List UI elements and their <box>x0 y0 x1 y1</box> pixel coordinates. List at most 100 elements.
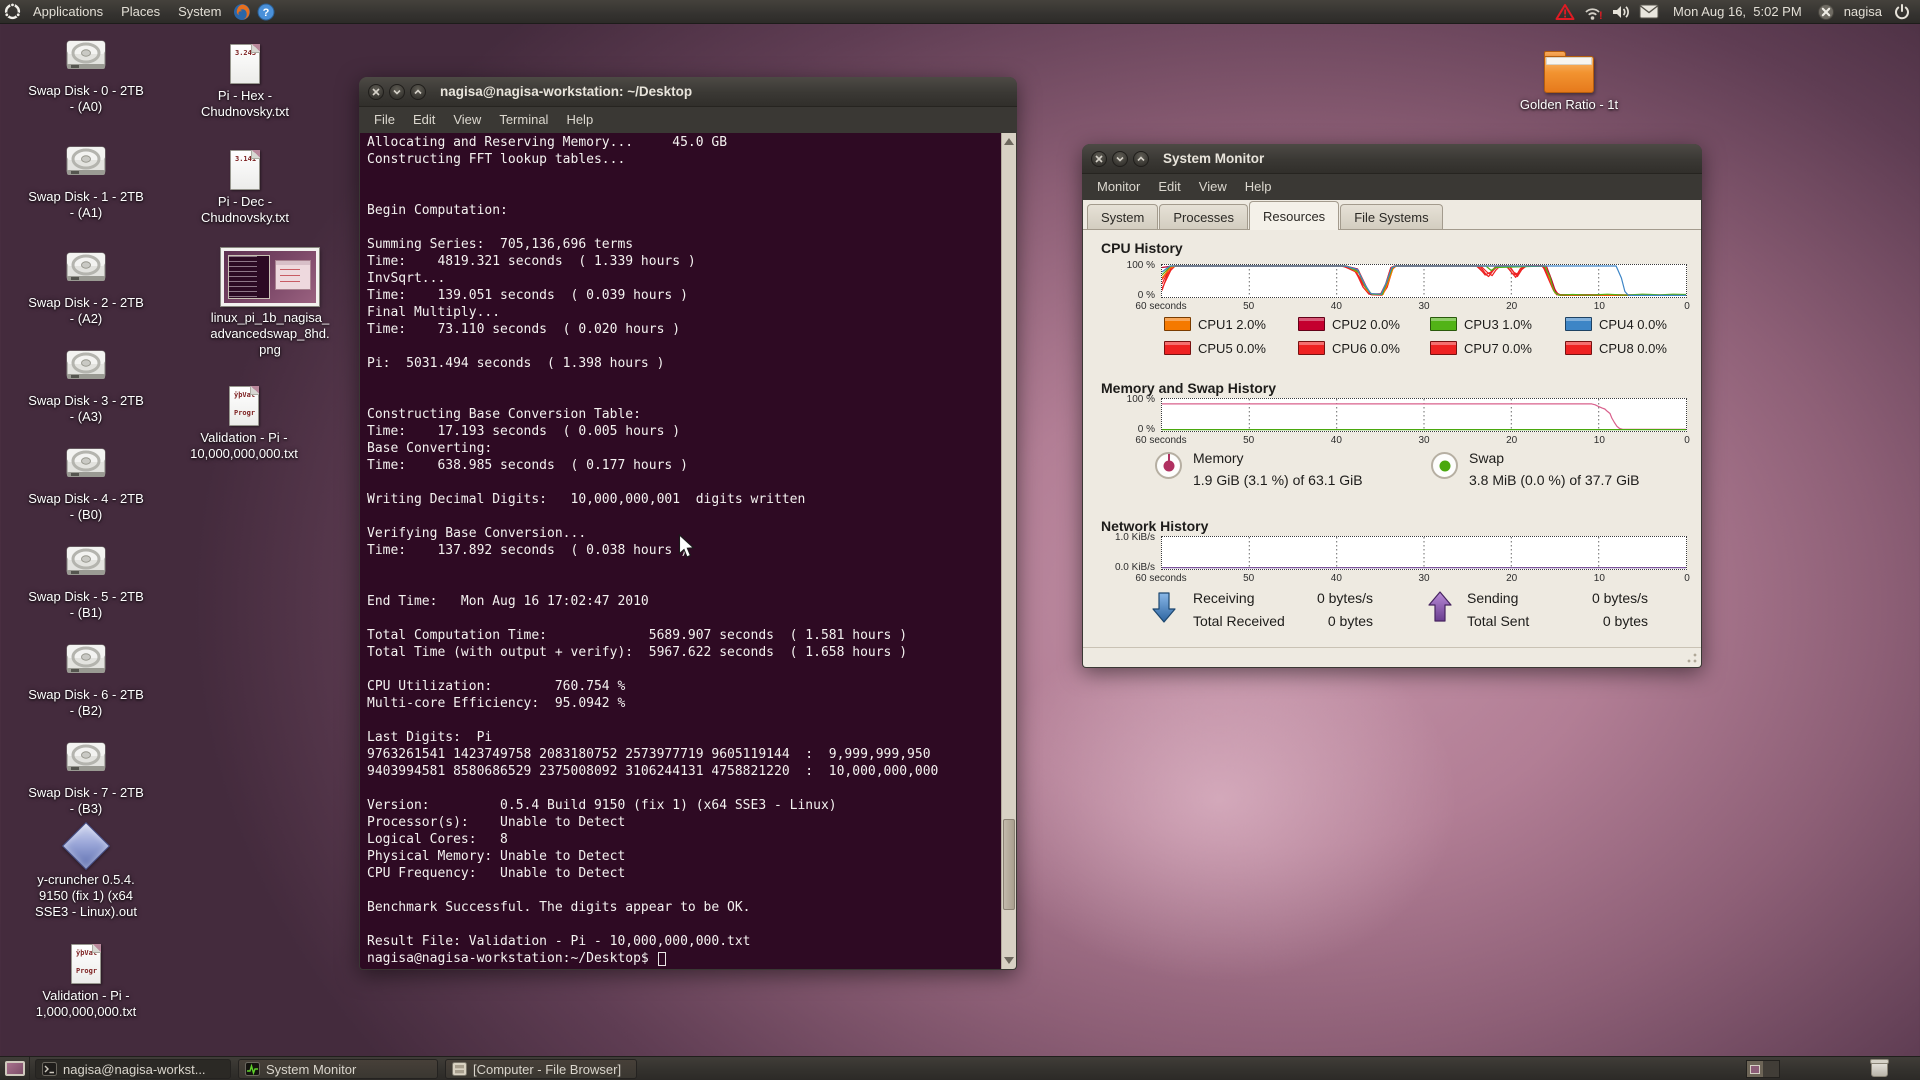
total-received-value: 0 bytes <box>1283 613 1373 629</box>
sysmon-menu-view[interactable]: View <box>1190 174 1236 200</box>
user-status-icon[interactable] <box>1814 0 1838 24</box>
desktop-icon-label: y-cruncher 0.5.4. 9150 (fix 1) (x64 SSE3… <box>11 872 161 920</box>
text-file-icon: 3.141 <box>230 150 260 190</box>
swap-gauge-icon <box>1431 452 1458 479</box>
desktop-icon-pi-dec-txt[interactable]: 3.141Pi - Dec - Chudnovsky.txt <box>170 150 320 226</box>
desktop-icon-swap-disk-7[interactable]: Swap Disk - 7 - 2TB - (B3) <box>11 742 161 817</box>
taskbar-button-label: System Monitor <box>266 1062 356 1077</box>
axis-tick: 20 <box>1506 435 1517 446</box>
swap-gauge-value: 3.8 MiB (0.0 %) of 37.7 GiB <box>1469 472 1639 488</box>
desktop-icon-label: Swap Disk - 0 - 2TB - (A0) <box>11 83 161 115</box>
desktop-icon-swap-disk-4[interactable]: Swap Disk - 4 - 2TB - (B0) <box>11 448 161 523</box>
maximize-icon[interactable] <box>1133 151 1149 167</box>
system-monitor-body: SystemProcessesResourcesFile Systems CPU… <box>1083 200 1701 667</box>
menu-system[interactable]: System <box>169 4 230 19</box>
close-icon[interactable] <box>1091 151 1107 167</box>
sysmon-menu-monitor[interactable]: Monitor <box>1088 174 1149 200</box>
top-panel: ApplicationsPlacesSystem ? ! Mon Aug 16,… <box>0 0 1920 24</box>
terminal-title: nagisa@nagisa-workstation: ~/Desktop <box>440 84 692 99</box>
desktop-icon-golden-ratio-folder[interactable]: Golden Ratio - 1t <box>1494 56 1644 113</box>
desktop-icon-swap-disk-3[interactable]: Swap Disk - 3 - 2TB - (A3) <box>11 350 161 425</box>
tab-processes[interactable]: Processes <box>1159 204 1248 229</box>
taskbar-button-2[interactable]: System Monitor <box>238 1059 438 1079</box>
desktop-icon-label: Swap Disk - 2 - 2TB - (A2) <box>11 295 161 327</box>
scrollbar-thumb[interactable] <box>1003 819 1015 911</box>
scroll-down-icon[interactable] <box>1004 957 1014 964</box>
legend-cpu6: CPU6 0.0% <box>1298 340 1400 356</box>
desktop-icon-screenshot-png[interactable]: linux_pi_1b_nagisa_ advancedswap_8hd. pn… <box>195 248 345 358</box>
help-icon[interactable]: ? <box>254 0 278 24</box>
workspace-1[interactable] <box>1747 1061 1763 1077</box>
terminal-menubar: FileEditViewTerminalHelp <box>359 107 1017 133</box>
taskbar-button-3[interactable]: [Computer - File Browser] <box>445 1059 637 1079</box>
text-file-icon: ÿþVal Progr <box>229 386 259 426</box>
power-icon[interactable] <box>1890 0 1914 24</box>
maximize-icon[interactable] <box>410 84 426 100</box>
legend-cpu1: CPU1 2.0% <box>1164 316 1266 332</box>
show-desktop-button[interactable] <box>0 1057 30 1080</box>
network-alert-icon[interactable]: ! <box>1581 0 1605 24</box>
volume-icon[interactable] <box>1609 0 1633 24</box>
desktop-icon-pi-hex-txt[interactable]: 3.243Pi - Hex - Chudnovsky.txt <box>170 44 320 120</box>
ubuntu-logo-icon[interactable] <box>0 0 24 24</box>
y-cruncher-icon <box>62 822 110 870</box>
scroll-up-icon[interactable] <box>1004 138 1014 145</box>
resize-grip[interactable] <box>1686 652 1698 664</box>
tab-resources[interactable]: Resources <box>1249 201 1339 230</box>
minimize-icon[interactable] <box>1112 151 1128 167</box>
panel-menus: ApplicationsPlacesSystem <box>24 0 230 24</box>
system-monitor-window: System Monitor MonitorEditViewHelp Syste… <box>1082 144 1702 668</box>
terminal-scrollbar[interactable] <box>1001 133 1016 969</box>
trash-applet-icon[interactable] <box>1871 1061 1888 1077</box>
minimize-icon[interactable] <box>389 84 405 100</box>
tab-file-systems[interactable]: File Systems <box>1340 204 1442 229</box>
legend-cpu7: CPU7 0.0% <box>1430 340 1532 356</box>
axis-tick: 30 <box>1418 301 1429 312</box>
axis-tick: 50 <box>1243 573 1254 584</box>
tab-system[interactable]: System <box>1087 204 1158 229</box>
mail-icon[interactable] <box>1637 0 1661 24</box>
terminal-menu-view[interactable]: View <box>444 107 490 133</box>
desktop-icon-swap-disk-5[interactable]: Swap Disk - 5 - 2TB - (B1) <box>11 546 161 621</box>
desktop-icon-swap-disk-6[interactable]: Swap Disk - 6 - 2TB - (B2) <box>11 644 161 719</box>
disk-icon <box>64 350 108 384</box>
desktop-icon-swap-disk-1[interactable]: Swap Disk - 1 - 2TB - (A1) <box>11 146 161 221</box>
swap-gauge-label: Swap <box>1469 450 1504 466</box>
desktop-icon-swap-disk-2[interactable]: Swap Disk - 2 - 2TB - (A2) <box>11 252 161 327</box>
menu-places[interactable]: Places <box>112 4 169 19</box>
legend-cpu8: CPU8 0.0% <box>1565 340 1667 356</box>
workspace-2[interactable] <box>1763 1061 1779 1077</box>
terminal-window: nagisa@nagisa-workstation: ~/Desktop Fil… <box>359 77 1017 970</box>
cpu-x-axis: 60 seconds50403020100 <box>1161 301 1687 313</box>
menu-applications[interactable]: Applications <box>24 4 112 19</box>
system-monitor-titlebar[interactable]: System Monitor <box>1082 144 1702 174</box>
legend-label: CPU1 2.0% <box>1198 317 1266 332</box>
desktop-icon-swap-disk-0[interactable]: Swap Disk - 0 - 2TB - (A0) <box>11 40 161 115</box>
desktop-icon-y-cruncher-out[interactable]: y-cruncher 0.5.4. 9150 (fix 1) (x64 SSE3… <box>11 824 161 920</box>
axis-tick: 10 <box>1594 435 1605 446</box>
network-x-axis: 60 seconds50403020100 <box>1161 573 1687 585</box>
text-file-icon: ÿþVal Progr <box>71 944 101 984</box>
close-icon[interactable] <box>368 84 384 100</box>
panel-clock[interactable]: Mon Aug 16, 5:02 PM <box>1665 4 1810 19</box>
legend-swatch <box>1430 341 1457 355</box>
legend-cpu5: CPU5 0.0% <box>1164 340 1266 356</box>
taskbar-button-1[interactable]: nagisa@nagisa-workst... <box>35 1059 231 1079</box>
desktop-icon-validation-10b-txt[interactable]: ÿþVal ProgrValidation - Pi - 10,000,000,… <box>169 386 319 462</box>
terminal-menu-help[interactable]: Help <box>557 107 602 133</box>
terminal-menu-file[interactable]: File <box>365 107 404 133</box>
firefox-icon[interactable] <box>230 0 254 24</box>
terminal-menu-terminal[interactable]: Terminal <box>490 107 557 133</box>
panel-username[interactable]: nagisa <box>1842 4 1886 19</box>
terminal-cursor <box>658 952 666 966</box>
sysmon-menu-help[interactable]: Help <box>1236 174 1281 200</box>
terminal-titlebar[interactable]: nagisa@nagisa-workstation: ~/Desktop <box>359 77 1017 107</box>
desktop-icon-validation-1b-txt[interactable]: ÿþVal ProgrValidation - Pi - 1,000,000,0… <box>11 944 161 1020</box>
legend-cpu2: CPU2 0.0% <box>1298 316 1400 332</box>
workspace-switcher[interactable] <box>1746 1060 1780 1078</box>
warning-icon[interactable] <box>1553 0 1577 24</box>
terminal-menu-edit[interactable]: Edit <box>404 107 444 133</box>
sysmon-menu-edit[interactable]: Edit <box>1149 174 1189 200</box>
axis-tick: 40 <box>1331 573 1342 584</box>
receiving-arrow-icon <box>1151 590 1177 629</box>
